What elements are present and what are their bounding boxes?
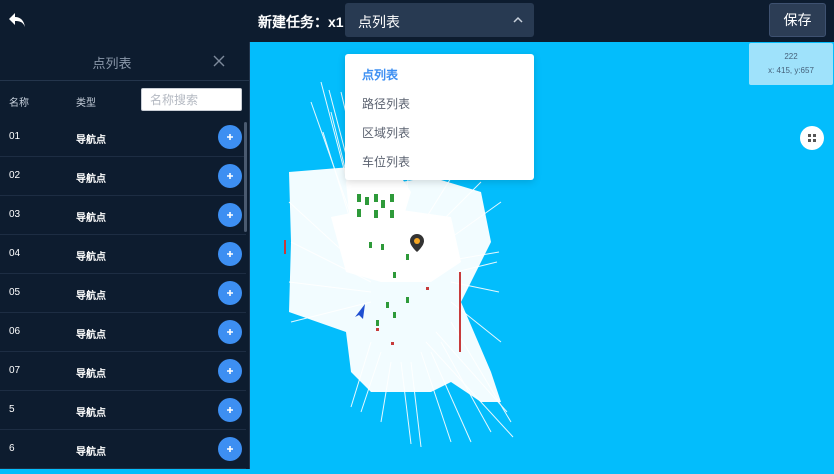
point-name: 01: [9, 131, 21, 142]
dropdown-option-area-list[interactable]: 区域列表: [362, 124, 410, 141]
list-type-select-value: 点列表: [358, 14, 400, 30]
point-list: 01 导航点 02 导航点 03 导航点 04 导航点 05 导航点 06 导航…: [0, 118, 246, 469]
list-item[interactable]: 01 导航点: [0, 118, 246, 157]
coordinate-tooltip-label: 222: [784, 52, 798, 61]
point-type: 导航点: [76, 447, 106, 458]
add-point-button[interactable]: [218, 398, 242, 422]
task-title: 新建任务：x1: [258, 14, 344, 30]
add-point-button[interactable]: [218, 125, 242, 149]
back-icon[interactable]: [6, 9, 28, 31]
plus-icon: [227, 446, 233, 452]
panel-header: 点列表: [0, 42, 249, 81]
point-name: 02: [9, 170, 21, 181]
point-name: 05: [9, 287, 21, 298]
close-icon[interactable]: [212, 54, 226, 68]
list-item[interactable]: 07 导航点: [0, 352, 246, 391]
point-type: 导航点: [76, 135, 106, 146]
add-point-button[interactable]: [218, 359, 242, 383]
column-header-name: 名称: [9, 98, 29, 109]
add-point-button[interactable]: [218, 281, 242, 305]
list-item[interactable]: 04 导航点: [0, 235, 246, 274]
plus-icon: [227, 290, 233, 296]
add-point-button[interactable]: [218, 242, 242, 266]
point-type: 导航点: [76, 408, 106, 419]
add-point-button[interactable]: [218, 164, 242, 188]
list-item[interactable]: 03 导航点: [0, 196, 246, 235]
add-point-button[interactable]: [218, 320, 242, 344]
dropdown-option-parking-list[interactable]: 车位列表: [362, 153, 410, 170]
list-item[interactable]: 02 导航点: [0, 157, 246, 196]
dropdown-option-point-list[interactable]: 点列表: [362, 66, 398, 83]
map-scan-graphic: [284, 81, 514, 448]
plus-icon: [227, 329, 233, 335]
point-name: 6: [9, 443, 15, 454]
add-point-button[interactable]: [218, 203, 242, 227]
point-type: 导航点: [76, 291, 106, 302]
plus-icon: [227, 173, 233, 179]
coordinate-tooltip-coords: x: 415, y:657: [768, 66, 814, 75]
plus-icon: [227, 368, 233, 374]
dropdown-option-path-list[interactable]: 路径列表: [362, 95, 410, 112]
plus-icon: [227, 134, 233, 140]
list-item[interactable]: 05 导航点: [0, 274, 246, 313]
plus-icon: [227, 407, 233, 413]
list-item[interactable]: 06 导航点: [0, 313, 246, 352]
list-item[interactable]: 5 导航点: [0, 391, 246, 430]
column-header-type: 类型: [76, 98, 96, 109]
add-point-button[interactable]: [218, 437, 242, 461]
list-item[interactable]: 6 导航点: [0, 430, 246, 469]
point-list-panel: 点列表 名称 类型 01 导航点 02 导航点 03 导航点 04 导航点 05: [0, 42, 250, 469]
point-type: 导航点: [76, 213, 106, 224]
point-type: 导航点: [76, 330, 106, 341]
point-name: 06: [9, 326, 21, 337]
grid-toggle-button[interactable]: [800, 126, 824, 150]
plus-icon: [227, 212, 233, 218]
point-type: 导航点: [76, 174, 106, 185]
point-name: 07: [9, 365, 21, 376]
panel-title: 点列表: [92, 56, 132, 71]
name-search-input[interactable]: [141, 88, 242, 111]
list-type-dropdown: 点列表 路径列表 区域列表 车位列表: [345, 54, 534, 180]
point-name: 04: [9, 248, 21, 259]
point-name: 03: [9, 209, 21, 220]
chevron-up-icon: [513, 16, 523, 23]
grid-icon: [808, 134, 816, 142]
point-name: 5: [9, 404, 15, 415]
save-button[interactable]: 保存: [769, 3, 826, 37]
list-scrollbar[interactable]: [244, 122, 247, 232]
coordinate-tooltip: 222 x: 415, y:657: [749, 43, 833, 85]
point-type: 导航点: [76, 369, 106, 380]
list-type-select[interactable]: 点列表: [345, 3, 534, 37]
top-bar: 新建任务：x1 点列表 保存: [0, 0, 834, 42]
map-canvas[interactable]: [251, 42, 834, 469]
point-type: 导航点: [76, 252, 106, 263]
plus-icon: [227, 251, 233, 257]
